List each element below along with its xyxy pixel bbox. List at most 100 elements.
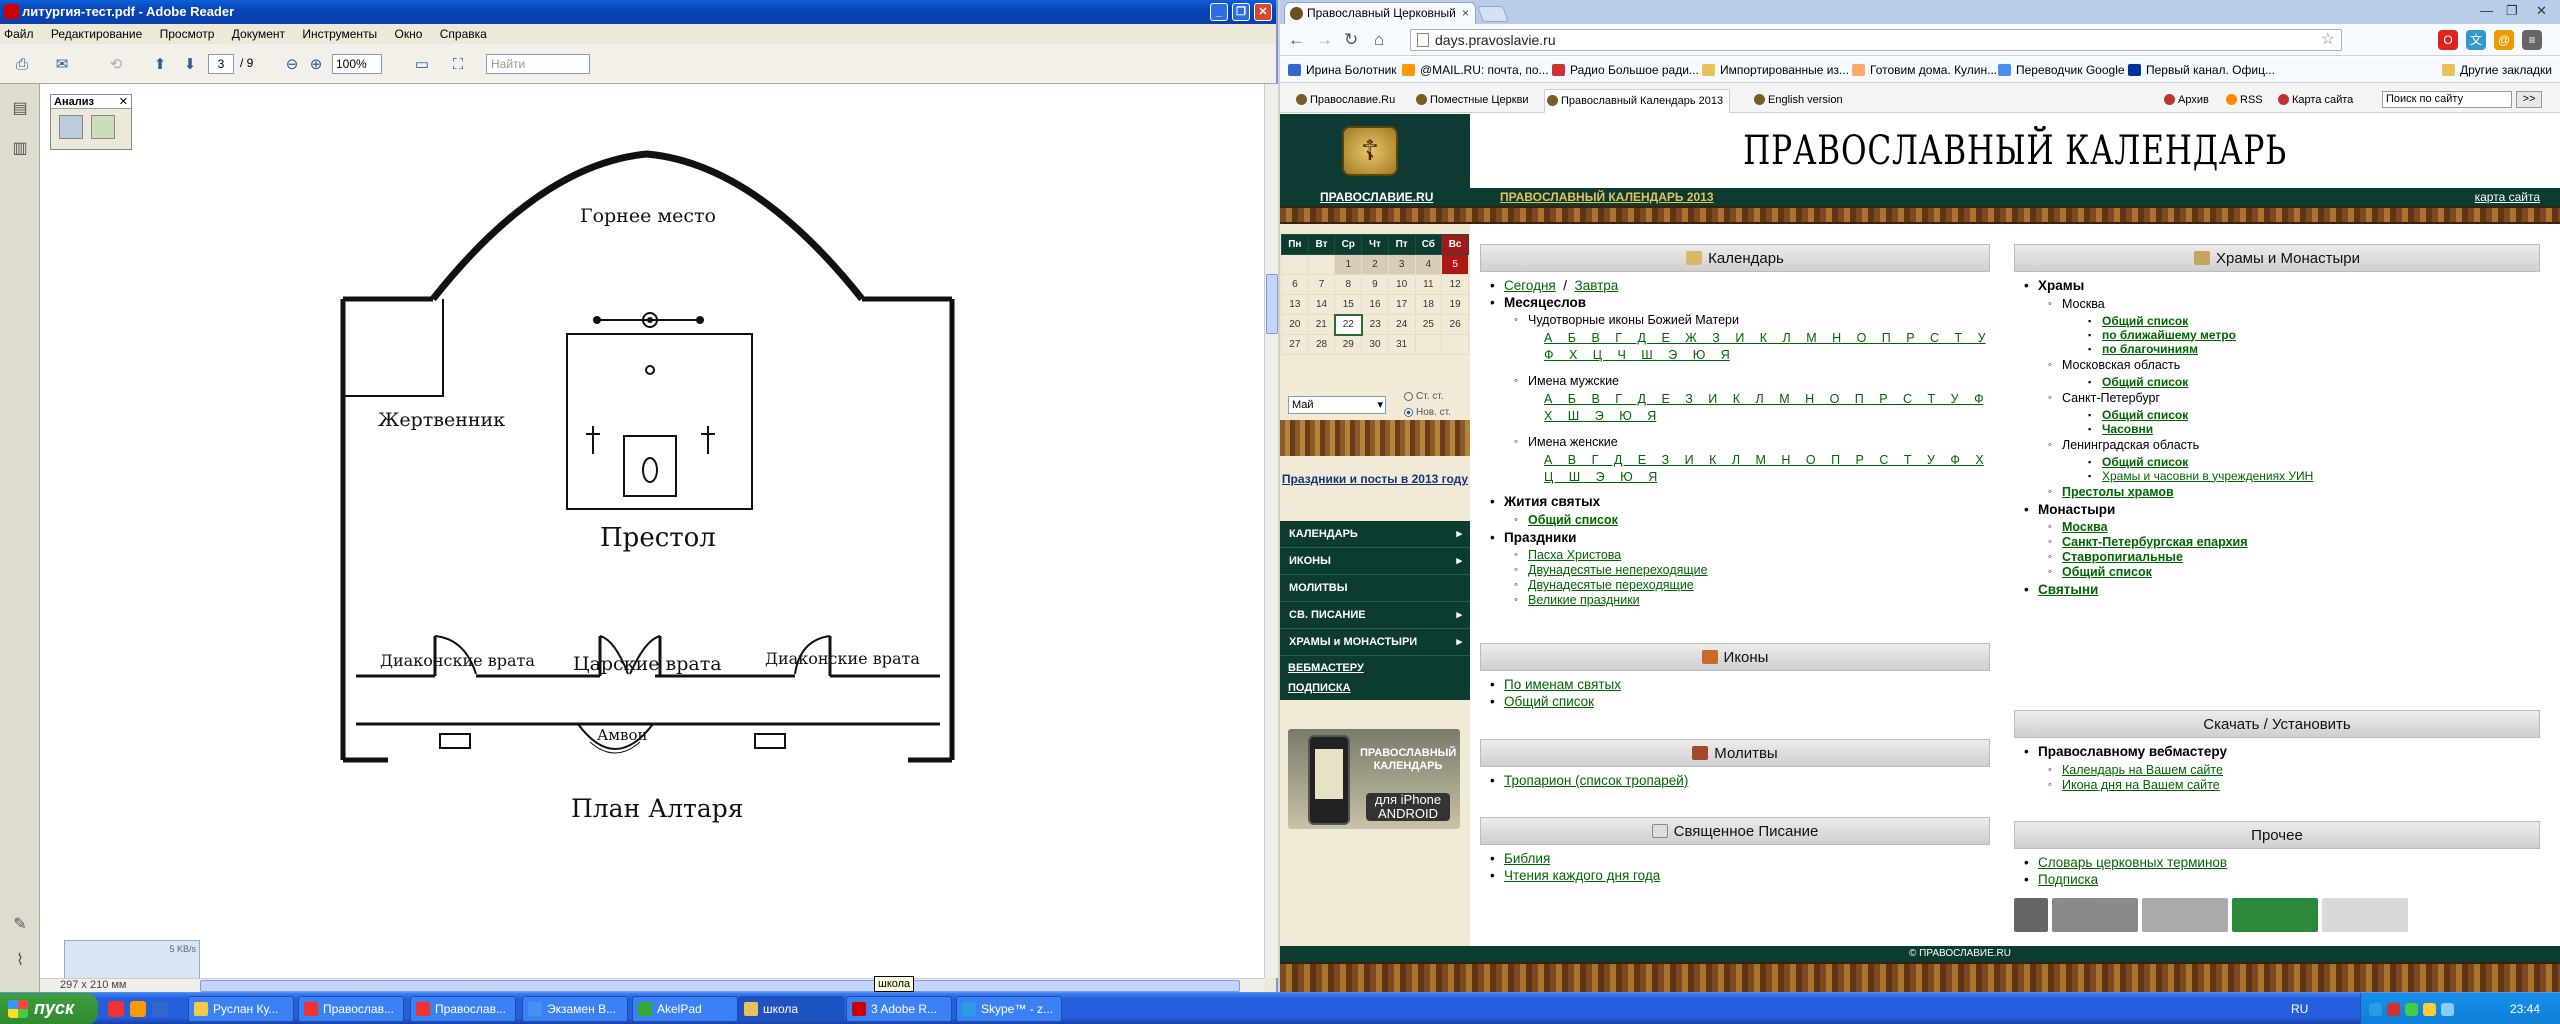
mon-moscow[interactable]: Москва: [2062, 520, 2108, 534]
calendar-day[interactable]: 17: [1387, 294, 1416, 315]
vertical-scrollbar[interactable]: [1264, 84, 1278, 978]
calendar-day[interactable]: 21: [1307, 314, 1336, 335]
link-tomorrow[interactable]: Завтра: [1575, 278, 1619, 293]
fullscreen-icon[interactable]: ⛶: [446, 52, 470, 76]
firefox-quicklaunch-icon[interactable]: [130, 1001, 146, 1017]
opera-ext-icon[interactable]: O: [2438, 30, 2458, 50]
taskbar-item[interactable]: школа: [738, 996, 844, 1022]
mail-tray-icon[interactable]: [2441, 1003, 2454, 1016]
menu-help[interactable]: Справка: [440, 27, 487, 41]
calendar-day[interactable]: 27: [1281, 334, 1309, 355]
forward-icon[interactable]: →: [1316, 30, 1333, 50]
ie-quicklaunch-icon[interactable]: [152, 1001, 168, 1017]
taskbar-item[interactable]: 3 Adobe R...: [846, 996, 952, 1022]
calendar-day[interactable]: 29: [1334, 334, 1363, 355]
calendar-day[interactable]: 5: [1441, 254, 1469, 275]
site-logo[interactable]: [1280, 114, 1470, 188]
calendar-day[interactable]: 18: [1414, 294, 1443, 315]
taskbar-item[interactable]: AkelPad: [632, 996, 738, 1022]
start-button[interactable]: пуск: [0, 993, 98, 1024]
sidebar-item-temples[interactable]: ХРАМЫ и МОНАСТЫРИ ▸: [1280, 629, 1470, 656]
site-tab-churches[interactable]: Поместные Церкви: [1414, 89, 1529, 113]
twelve-moving-link[interactable]: Двунадесятые переходящие: [1528, 578, 1694, 592]
close-button[interactable]: ✕: [1254, 3, 1272, 21]
back-icon[interactable]: ←: [1288, 30, 1305, 50]
calendar-day[interactable]: 7: [1307, 274, 1336, 295]
link-calendar-2013[interactable]: ПРАВОСЛАВНЫЙ КАЛЕНДАРЬ 2013: [1500, 188, 1714, 206]
site-link-archive[interactable]: Архив: [2162, 89, 2209, 113]
calendar-day[interactable]: 11: [1414, 274, 1443, 295]
zoom-out-icon[interactable]: ⊖: [280, 52, 304, 76]
link-webmaster[interactable]: ВЕБМАСТЕРУ: [1288, 658, 1462, 678]
calendar-day[interactable]: 4: [1414, 254, 1443, 275]
browser-tab[interactable]: Православный Церковный ×: [1284, 2, 1476, 24]
mon-stavropegial[interactable]: Ставропигиальные: [2062, 550, 2183, 564]
bookmark-6[interactable]: Первый канал. Офиц...: [2128, 57, 2275, 83]
calendar-day[interactable]: 6: [1281, 274, 1309, 295]
lo-uin[interactable]: Храмы и часовни в учреждениях УИН: [2102, 469, 2313, 483]
holidays-link[interactable]: Праздники и посты в 2013 году: [1282, 472, 1468, 486]
calendar-day[interactable]: 22: [1333, 313, 1363, 336]
sidebar-item-icons[interactable]: ИКОНЫ ▸: [1280, 548, 1470, 575]
calendar-day[interactable]: 10: [1387, 274, 1416, 295]
subscription-link[interactable]: Подписка: [2038, 872, 2098, 887]
icon-on-site[interactable]: Икона дня на Вашем сайте: [2062, 778, 2220, 792]
site-search-input[interactable]: Поиск по сайту: [2382, 91, 2512, 108]
hotlog-counter[interactable]: [2142, 898, 2228, 932]
menu-window[interactable]: Окно: [395, 27, 423, 41]
minimize-button[interactable]: —: [2480, 3, 2493, 18]
page-number-input[interactable]: 3: [208, 54, 234, 74]
close-button[interactable]: ✕: [2536, 3, 2547, 19]
tab-close-icon[interactable]: ×: [1462, 3, 1469, 24]
opera-quicklaunch-icon[interactable]: [108, 1001, 124, 1017]
other-bookmarks[interactable]: Другие закладки: [2442, 57, 2552, 83]
calendar-day[interactable]: 31: [1387, 334, 1416, 355]
calendar-day[interactable]: 19: [1441, 294, 1469, 315]
reader-titlebar[interactable]: литургия-тест.pdf - Adobe Reader _ ❐ ✕: [0, 0, 1276, 24]
mon-all[interactable]: Общий список: [2062, 565, 2152, 579]
paperclip-icon[interactable]: ⌇: [8, 950, 32, 974]
calendar-day[interactable]: 3: [1387, 254, 1416, 275]
next-page-icon[interactable]: ⬇: [178, 52, 202, 76]
radio-new-style[interactable]: Нов. ст.: [1404, 405, 1451, 421]
iphone-promo-banner[interactable]: ПРАВОСЛАВНЫЙ КАЛЕНДАРЬ для iPhone ANDROI…: [1288, 729, 1460, 829]
site-link-rss[interactable]: RSS: [2224, 89, 2263, 113]
language-indicator[interactable]: RU: [2291, 993, 2308, 1024]
bookmark-3[interactable]: Импортированные из...: [1702, 57, 1849, 83]
sidebar-item-prayers[interactable]: МОЛИТВЫ: [1280, 575, 1470, 602]
volume-tray-icon[interactable]: [2423, 1003, 2436, 1016]
site-link-sitemap[interactable]: Карта сайта: [2276, 89, 2353, 113]
calendar-day[interactable]: 15: [1334, 294, 1363, 315]
calendar-day[interactable]: 26: [1441, 314, 1469, 335]
site-tab-calendar[interactable]: Православный Календарь 2013: [1544, 89, 1731, 113]
link-subscribe[interactable]: ПОДПИСКА: [1288, 678, 1462, 698]
month-select[interactable]: Май ▾: [1288, 396, 1386, 414]
attachments-icon[interactable]: ▥: [8, 138, 32, 162]
share-icon[interactable]: ⟲: [104, 52, 128, 76]
network-tray-icon[interactable]: [2405, 1003, 2418, 1016]
menu-edit[interactable]: Редактирование: [51, 27, 142, 41]
calendar-day[interactable]: 16: [1361, 294, 1389, 315]
minimize-button[interactable]: _: [1210, 3, 1228, 21]
menu-icon[interactable]: ≡: [2522, 30, 2542, 50]
rambler-counter[interactable]: [2322, 898, 2408, 932]
moscow-metro[interactable]: по ближайшему метро: [2102, 328, 2236, 342]
alphabet-icons[interactable]: А Б В Г Д Е Ж З И К Л М Н О П Р С Т У Ф …: [1504, 330, 2004, 364]
calendar-day[interactable]: 12: [1441, 274, 1469, 295]
opera-tray-icon[interactable]: [2387, 1003, 2400, 1016]
link-pravoslavie[interactable]: ПРАВОСЛАВИЕ.RU: [1320, 188, 1433, 206]
bible-link[interactable]: Библия: [1504, 851, 1550, 866]
comments-icon[interactable]: ✎: [8, 914, 32, 938]
fit-page-icon[interactable]: ▭: [410, 52, 434, 76]
spb-all[interactable]: Общий список: [2102, 408, 2188, 422]
icons-by-names[interactable]: По именам святых: [1504, 677, 1621, 692]
prev-page-icon[interactable]: ⬆: [148, 52, 172, 76]
calendar-day[interactable]: 14: [1307, 294, 1336, 315]
calendar-day[interactable]: 1: [1334, 254, 1363, 275]
translate-ext-icon[interactable]: 文: [2466, 30, 2486, 50]
link-sitemap[interactable]: карта сайта: [2475, 188, 2540, 206]
sidebar-item-scripture[interactable]: СВ. ПИСАНИЕ ▸: [1280, 602, 1470, 629]
address-bar[interactable]: days.pravoslavie.ru ☆: [1410, 29, 2342, 51]
radio-old-style[interactable]: Ст. ст.: [1404, 389, 1451, 405]
moscow-all[interactable]: Общий список: [2102, 314, 2188, 328]
